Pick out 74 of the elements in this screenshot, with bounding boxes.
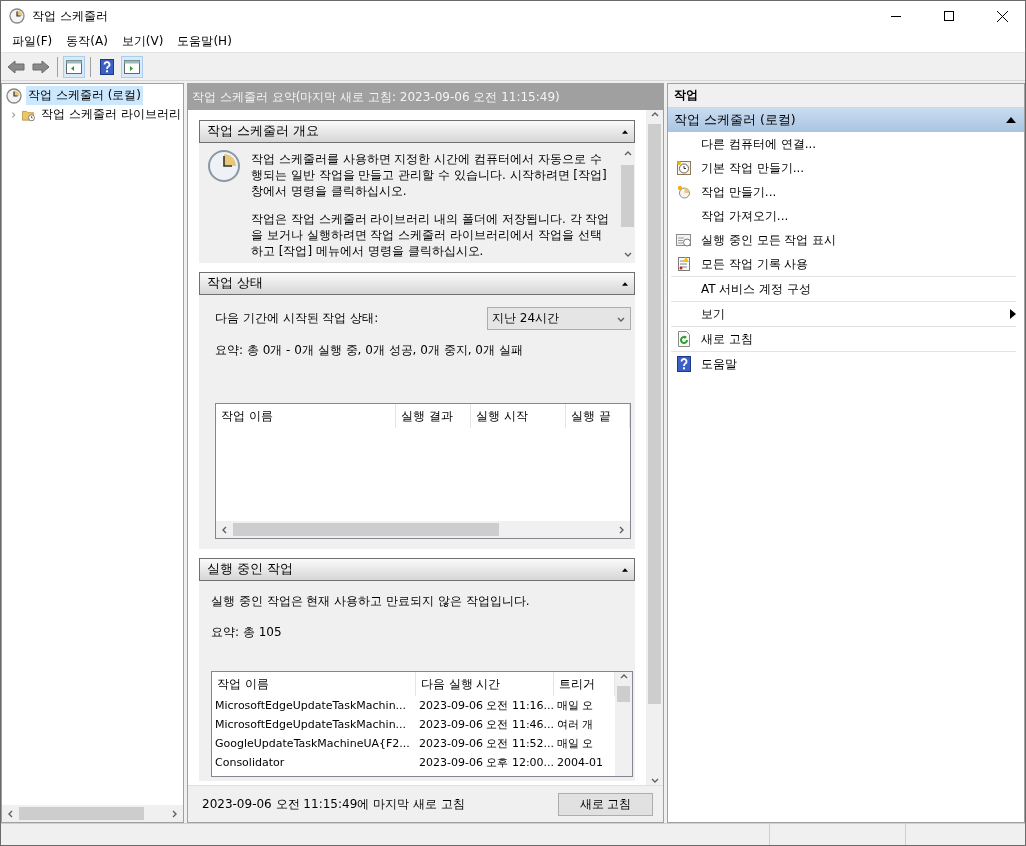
log-icon — [676, 256, 692, 272]
action-item[interactable]: 작업 만들기... — [701, 183, 1016, 201]
clock-icon — [207, 149, 241, 183]
summary-header: 작업 스케줄러 요약(마지막 새로 고침: 2023-09-06 오전 11:15:49) — [188, 84, 663, 110]
table-cell-text: 2004-01 — [556, 755, 604, 771]
overview-text: 작업 스케줄러를 사용하면 지정한 시간에 컴퓨터에서 자동으로 수행되는 일반 작업을 만들고 관리할 수 있습니다. 시작하려면 [작업] 창에서 명령을 클릭하십시오. — [251, 151, 608, 199]
tree-item[interactable]: 작업 스케줄러 라이브러리 — [39, 105, 183, 124]
column-header[interactable]: 다음 실행 시간 — [416, 672, 554, 696]
section-header[interactable]: 실행 중인 작업 — [199, 558, 635, 581]
running-description: 실행 중인 작업은 현재 사용하고 만료되지 않은 작업입니다. — [211, 593, 531, 610]
table-cell-text: 2023-09-06 오전 11:16... — [418, 698, 554, 714]
scrollbar-thumb[interactable] — [617, 686, 630, 702]
collapse-icon[interactable] — [622, 281, 628, 286]
table-cell-text: 여러 개 — [556, 717, 595, 733]
actions-group-header[interactable]: 작업 스케줄러 (로컬) — [668, 108, 1024, 132]
period-dropdown[interactable]: 지난 24시간 — [487, 307, 631, 330]
action-item[interactable]: 다른 컴퓨터에 연결... — [701, 135, 1016, 153]
collapse-icon[interactable] — [1006, 117, 1016, 123]
overview-text: 작업은 작업 스케줄러 라이브러리 내의 폴더에 저장됩니다. 각 작업을 보거나 실행하려면 작업 스케줄러 라이브러리에서 작업을 선택하고 [작업] 메뉴에서 명령을 클릭하십시오. — [251, 211, 610, 259]
column-header[interactable]: 실행 시작 — [471, 404, 566, 428]
show-tree-button[interactable] — [63, 55, 85, 78]
menu-item[interactable]: 파일(F) — [5, 33, 60, 50]
table-cell-text: 2023-09-06 오전 11:46... — [418, 717, 554, 733]
refresh-button[interactable]: 새로 고침 — [558, 792, 653, 816]
app-clock-icon — [9, 8, 25, 24]
action-item[interactable]: 작업 가져오기... — [701, 207, 1016, 225]
table-cell-text: 2023-09-06 오후 12:00... — [418, 755, 554, 771]
menu-item[interactable]: 보기(V) — [114, 33, 171, 50]
period-label: 다음 기간에 시작된 작업 상태: — [215, 310, 379, 327]
section-header[interactable]: 작업 상태 — [199, 272, 635, 295]
tree-item[interactable]: 작업 스케줄러 (로컬) — [26, 86, 143, 105]
scrollbar-thumb[interactable] — [233, 523, 499, 536]
action-item[interactable]: 보기 — [701, 305, 1001, 323]
table-cell-text: GoogleUpdateTaskMachineUA{F2... — [214, 736, 411, 752]
menu-item[interactable]: 동작(A) — [59, 33, 115, 50]
column-header[interactable]: 실행 끝 — [566, 404, 630, 428]
table-cell-text: MicrosoftEdgeUpdateTaskMachin... — [214, 717, 408, 733]
collapse-icon[interactable] — [622, 129, 628, 134]
action-item[interactable]: 도움말 — [701, 355, 1016, 373]
scrollbar-thumb[interactable] — [648, 124, 661, 704]
column-header[interactable]: 실행 결과 — [396, 404, 471, 428]
action-item[interactable]: AT 서비스 계정 구성 — [701, 280, 1016, 298]
table-cell-text: 매일 오 — [556, 736, 595, 752]
last-refresh-text: 2023-09-06 오전 11:15:49에 마지막 새로 고침 — [202, 795, 465, 813]
help-icon — [677, 356, 691, 372]
action-item[interactable]: 실행 중인 모든 작업 표시 — [701, 231, 1016, 249]
action-item[interactable]: 모든 작업 기록 사용 — [701, 255, 1016, 273]
status-summary: 요약: 총 0개 - 0개 실행 중, 0개 성공, 0개 중지, 0개 실패 — [215, 342, 524, 359]
action-item[interactable]: 기본 작업 만들기... — [701, 159, 1016, 177]
help-icon — [100, 58, 114, 75]
section-header[interactable]: 작업 스케줄러 개요 — [199, 120, 635, 143]
window-title: 작업 스케줄러 — [32, 7, 109, 25]
column-header[interactable]: 작업 이름 — [212, 672, 416, 696]
submenu-arrow-icon — [1010, 309, 1016, 319]
clock-icon — [676, 184, 692, 200]
table-cell-text: 2023-09-06 오전 11:52... — [418, 736, 554, 752]
maximize-icon — [944, 11, 954, 21]
menu-item[interactable]: 도움말(H) — [170, 33, 239, 50]
scrollbar-thumb[interactable] — [621, 165, 634, 227]
actions-title: 작업 — [668, 84, 1024, 108]
close-icon — [996, 10, 1008, 22]
action-item[interactable]: 새로 고침 — [701, 330, 1016, 348]
column-header[interactable]: 작업 이름 — [216, 404, 396, 428]
clock-icon — [676, 160, 692, 176]
task-list-icon — [676, 232, 692, 248]
table-cell-text: MicrosoftEdgeUpdateTaskMachin... — [214, 698, 408, 714]
table-cell-text: Consolidator — [214, 755, 286, 771]
show-actions-button[interactable] — [121, 55, 143, 78]
refresh-icon — [676, 331, 692, 347]
scrollbar-thumb[interactable] — [19, 807, 144, 820]
table-cell-text: 매일 오 — [556, 698, 595, 714]
running-summary: 요약: 총 105 — [211, 624, 283, 641]
clock-icon — [6, 87, 22, 104]
collapse-icon[interactable] — [622, 567, 628, 572]
